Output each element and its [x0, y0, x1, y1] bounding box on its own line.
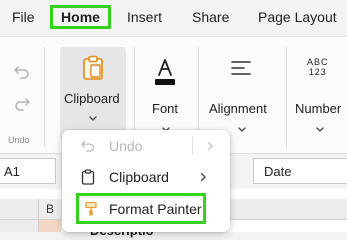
clipboard-group-label: Clipboard — [64, 91, 120, 106]
menu-item-format-painter-label: Format Painter — [109, 201, 202, 217]
select-all-corner[interactable] — [0, 199, 39, 220]
font-group-button[interactable]: Font — [146, 47, 190, 140]
alignment-group-label: Alignment — [209, 101, 267, 116]
number-icon-digits: 123 — [308, 67, 327, 77]
format-painter-icon — [85, 201, 97, 216]
menu-item-clipboard[interactable]: Clipboard — [68, 164, 224, 190]
menu-item-undo[interactable]: Undo — [68, 133, 224, 159]
menu-item-format-painter[interactable]: Format Painter — [76, 193, 206, 224]
ribbon-divider — [286, 47, 287, 147]
chevron-down-icon — [238, 127, 246, 132]
row-header[interactable] — [0, 220, 39, 232]
clipboard-dropdown-menu: Undo Clipboard Format Painter — [62, 130, 230, 232]
menu-item-divider — [192, 137, 193, 155]
number-format-icon: ABC 123 — [307, 57, 329, 77]
clipboard-icon — [83, 55, 103, 80]
align-left-icon — [231, 61, 251, 75]
alignment-group-button[interactable]: Alignment — [206, 47, 278, 140]
menu-insert[interactable]: Insert — [127, 9, 162, 25]
chevron-right-icon — [200, 172, 206, 182]
menu-page-layout[interactable]: Page Layout — [258, 9, 337, 25]
number-group-label: Number — [295, 101, 342, 116]
chevron-right-icon[interactable] — [206, 141, 214, 151]
cell-b1[interactable] — [39, 220, 61, 232]
number-icon-letters: ABC — [307, 57, 329, 67]
number-group-button[interactable]: ABC 123 Number — [290, 47, 347, 140]
menu-bar: File Home Insert Share Page Layout — [0, 0, 347, 36]
menu-file[interactable]: File — [12, 9, 35, 25]
formula-input[interactable]: Date — [253, 158, 347, 184]
menu-item-undo-label: Undo — [109, 138, 143, 154]
clipboard-group-button[interactable]: Clipboard — [60, 47, 126, 140]
clipboard-icon — [81, 169, 95, 185]
font-color-icon — [155, 59, 175, 85]
menu-home[interactable]: Home — [50, 5, 111, 29]
undo-icon[interactable] — [13, 63, 31, 81]
chevron-down-icon — [89, 116, 97, 121]
undo-icon — [81, 140, 95, 152]
column-header-b[interactable]: B — [46, 202, 54, 216]
font-group-label: Font — [152, 101, 179, 116]
menu-item-clipboard-label: Clipboard — [109, 169, 169, 185]
undo-group-label: Undo — [8, 135, 30, 145]
cell-address-box[interactable]: A1 — [0, 158, 56, 184]
undo-group: Undo — [0, 37, 44, 153]
redo-icon[interactable] — [13, 95, 31, 113]
menu-share[interactable]: Share — [192, 9, 229, 25]
ribbon-divider — [44, 47, 45, 147]
chevron-down-icon — [316, 127, 324, 132]
